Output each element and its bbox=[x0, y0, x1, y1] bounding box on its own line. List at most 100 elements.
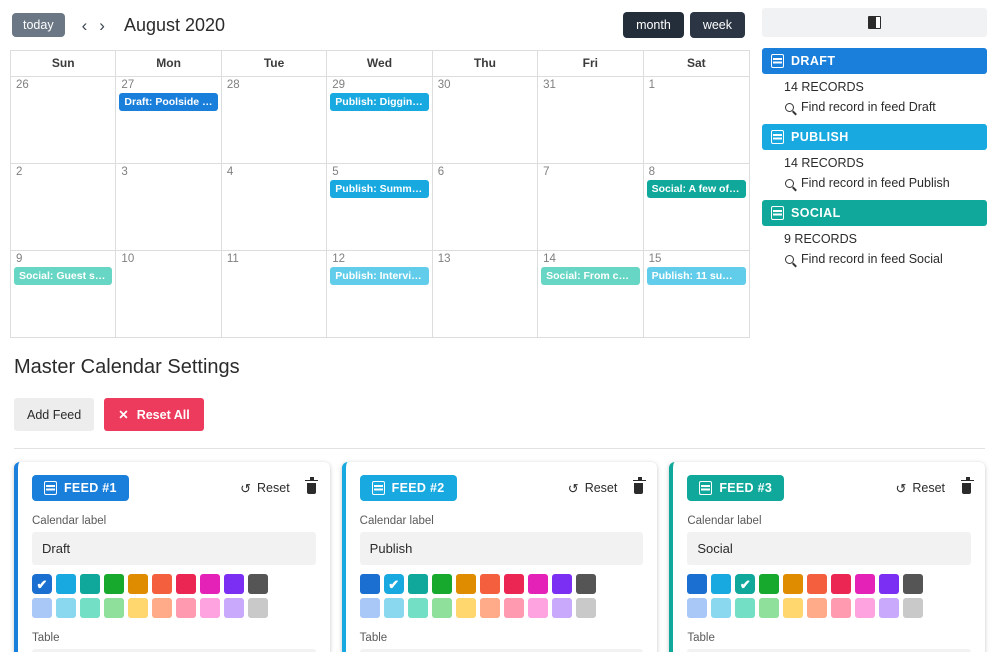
color-swatch[interactable] bbox=[32, 598, 52, 618]
color-swatch[interactable] bbox=[431, 598, 452, 618]
color-swatch[interactable] bbox=[783, 598, 804, 618]
color-swatch[interactable] bbox=[359, 574, 380, 594]
calendar-event[interactable]: Social: From coral ree... bbox=[541, 267, 640, 286]
color-swatch[interactable] bbox=[152, 574, 172, 594]
color-swatch[interactable] bbox=[80, 598, 100, 618]
view-button-week[interactable]: week bbox=[689, 11, 745, 39]
color-swatch[interactable] bbox=[383, 598, 404, 618]
color-swatch[interactable] bbox=[407, 598, 428, 618]
color-swatch[interactable] bbox=[807, 598, 828, 618]
color-swatch[interactable] bbox=[455, 574, 476, 594]
calendar-day-cell[interactable]: 9 Social: Guest services,... bbox=[11, 251, 117, 338]
color-swatch[interactable] bbox=[56, 598, 76, 618]
color-swatch[interactable] bbox=[128, 598, 148, 618]
prev-month-button[interactable]: ‹ bbox=[77, 15, 93, 36]
color-swatch[interactable]: ✔ bbox=[32, 574, 52, 594]
calendar-day-cell[interactable]: 5 Publish: Summer-insp... bbox=[327, 164, 433, 251]
sidebar-feed-header[interactable]: DRAFT bbox=[762, 48, 987, 74]
color-swatch[interactable] bbox=[783, 574, 804, 594]
color-swatch[interactable] bbox=[176, 598, 196, 618]
calendar-day-cell[interactable]: 31 bbox=[538, 77, 644, 164]
calendar-label-input[interactable] bbox=[687, 532, 972, 565]
trash-icon[interactable] bbox=[960, 477, 974, 494]
calendar-day-cell[interactable]: 12 Publish: Interview: Ca... bbox=[327, 251, 433, 338]
color-swatch[interactable] bbox=[455, 598, 476, 618]
color-swatch[interactable] bbox=[176, 574, 196, 594]
calendar-event[interactable]: Draft: Poolside views bbox=[119, 93, 218, 112]
calendar-day-cell[interactable]: 15 Publish: 11 summer i... bbox=[643, 251, 749, 338]
color-swatch[interactable] bbox=[551, 598, 572, 618]
reset-feed-button[interactable]: ↺ Reset bbox=[895, 481, 945, 495]
calendar-day-cell[interactable]: 8 Social: A few of our fa... bbox=[643, 164, 749, 251]
color-swatch[interactable] bbox=[128, 574, 148, 594]
add-feed-button[interactable]: Add Feed bbox=[14, 398, 95, 431]
calendar-day-cell[interactable]: 27 Draft: Poolside views bbox=[116, 77, 222, 164]
color-swatch[interactable] bbox=[527, 574, 548, 594]
color-swatch[interactable] bbox=[831, 574, 852, 594]
color-swatch[interactable] bbox=[687, 574, 708, 594]
color-swatch[interactable] bbox=[807, 574, 828, 594]
color-swatch[interactable] bbox=[407, 574, 428, 594]
color-swatch[interactable] bbox=[224, 574, 244, 594]
color-swatch[interactable] bbox=[711, 598, 732, 618]
color-swatch[interactable] bbox=[903, 574, 924, 594]
color-swatch[interactable] bbox=[903, 598, 924, 618]
color-swatch[interactable] bbox=[200, 574, 220, 594]
color-swatch[interactable] bbox=[879, 574, 900, 594]
color-swatch[interactable] bbox=[879, 598, 900, 618]
color-swatch[interactable]: ✔ bbox=[735, 574, 756, 594]
color-swatch[interactable] bbox=[248, 574, 268, 594]
color-swatch[interactable] bbox=[759, 574, 780, 594]
color-swatch[interactable] bbox=[104, 574, 124, 594]
calendar-day-cell[interactable]: 1 bbox=[643, 77, 749, 164]
color-swatch[interactable] bbox=[735, 598, 756, 618]
color-swatch[interactable] bbox=[479, 598, 500, 618]
calendar-day-cell[interactable]: 30 bbox=[432, 77, 539, 164]
color-swatch[interactable]: ✔ bbox=[383, 574, 404, 594]
calendar-day-cell[interactable]: 29 Publish: Diggin' the ... bbox=[327, 77, 433, 164]
calendar-event[interactable]: Social: A few of our fa... bbox=[646, 180, 746, 199]
color-swatch[interactable] bbox=[551, 574, 572, 594]
color-swatch[interactable] bbox=[200, 598, 220, 618]
color-swatch[interactable] bbox=[831, 598, 852, 618]
calendar-label-input[interactable] bbox=[32, 532, 316, 565]
feed-badge[interactable]: FEED #3 bbox=[687, 475, 785, 501]
color-swatch[interactable] bbox=[224, 598, 244, 618]
reset-all-button[interactable]: ✕ Reset All bbox=[104, 398, 204, 431]
color-swatch[interactable] bbox=[503, 574, 524, 594]
sidebar-feed-header[interactable]: SOCIAL bbox=[762, 200, 987, 226]
color-swatch[interactable] bbox=[479, 574, 500, 594]
feed-badge[interactable]: FEED #1 bbox=[32, 475, 129, 501]
feed-badge[interactable]: FEED #2 bbox=[359, 475, 457, 501]
calendar-event[interactable]: Publish: 11 summer i... bbox=[646, 267, 746, 286]
color-swatch[interactable] bbox=[575, 598, 596, 618]
trash-icon[interactable] bbox=[305, 477, 319, 494]
calendar-event[interactable]: Social: Guest services,... bbox=[14, 267, 113, 286]
view-button-month[interactable]: month bbox=[623, 11, 684, 39]
color-swatch[interactable] bbox=[711, 574, 732, 594]
color-swatch[interactable] bbox=[687, 598, 708, 618]
reset-feed-button[interactable]: ↺ Reset bbox=[568, 481, 618, 495]
trash-icon[interactable] bbox=[632, 477, 646, 494]
color-swatch[interactable] bbox=[855, 574, 876, 594]
color-swatch[interactable] bbox=[575, 574, 596, 594]
sidebar-toggle-button[interactable] bbox=[762, 8, 987, 37]
reset-feed-button[interactable]: ↺ Reset bbox=[240, 481, 290, 495]
calendar-day-cell[interactable]: 4 bbox=[221, 164, 328, 251]
color-swatch[interactable] bbox=[759, 598, 780, 618]
calendar-label-input[interactable] bbox=[359, 532, 644, 565]
find-record-link[interactable]: Find record in feed Publish bbox=[784, 176, 987, 190]
calendar-event[interactable]: Publish: Summer-insp... bbox=[330, 180, 429, 199]
calendar-day-cell[interactable]: 7 bbox=[538, 164, 644, 251]
find-record-link[interactable]: Find record in feed Draft bbox=[784, 100, 987, 114]
color-swatch[interactable] bbox=[104, 598, 124, 618]
color-swatch[interactable] bbox=[359, 598, 380, 618]
today-button[interactable]: today bbox=[12, 12, 65, 38]
calendar-event[interactable]: Publish: Interview: Ca... bbox=[330, 267, 429, 286]
calendar-day-cell[interactable]: 14 Social: From coral ree... bbox=[538, 251, 644, 338]
calendar-day-cell[interactable]: 26 bbox=[11, 77, 117, 164]
sidebar-feed-header[interactable]: PUBLISH bbox=[762, 124, 987, 150]
calendar-day-cell[interactable]: 10 bbox=[116, 251, 222, 338]
calendar-day-cell[interactable]: 11 bbox=[221, 251, 328, 338]
calendar-day-cell[interactable]: 28 bbox=[221, 77, 328, 164]
